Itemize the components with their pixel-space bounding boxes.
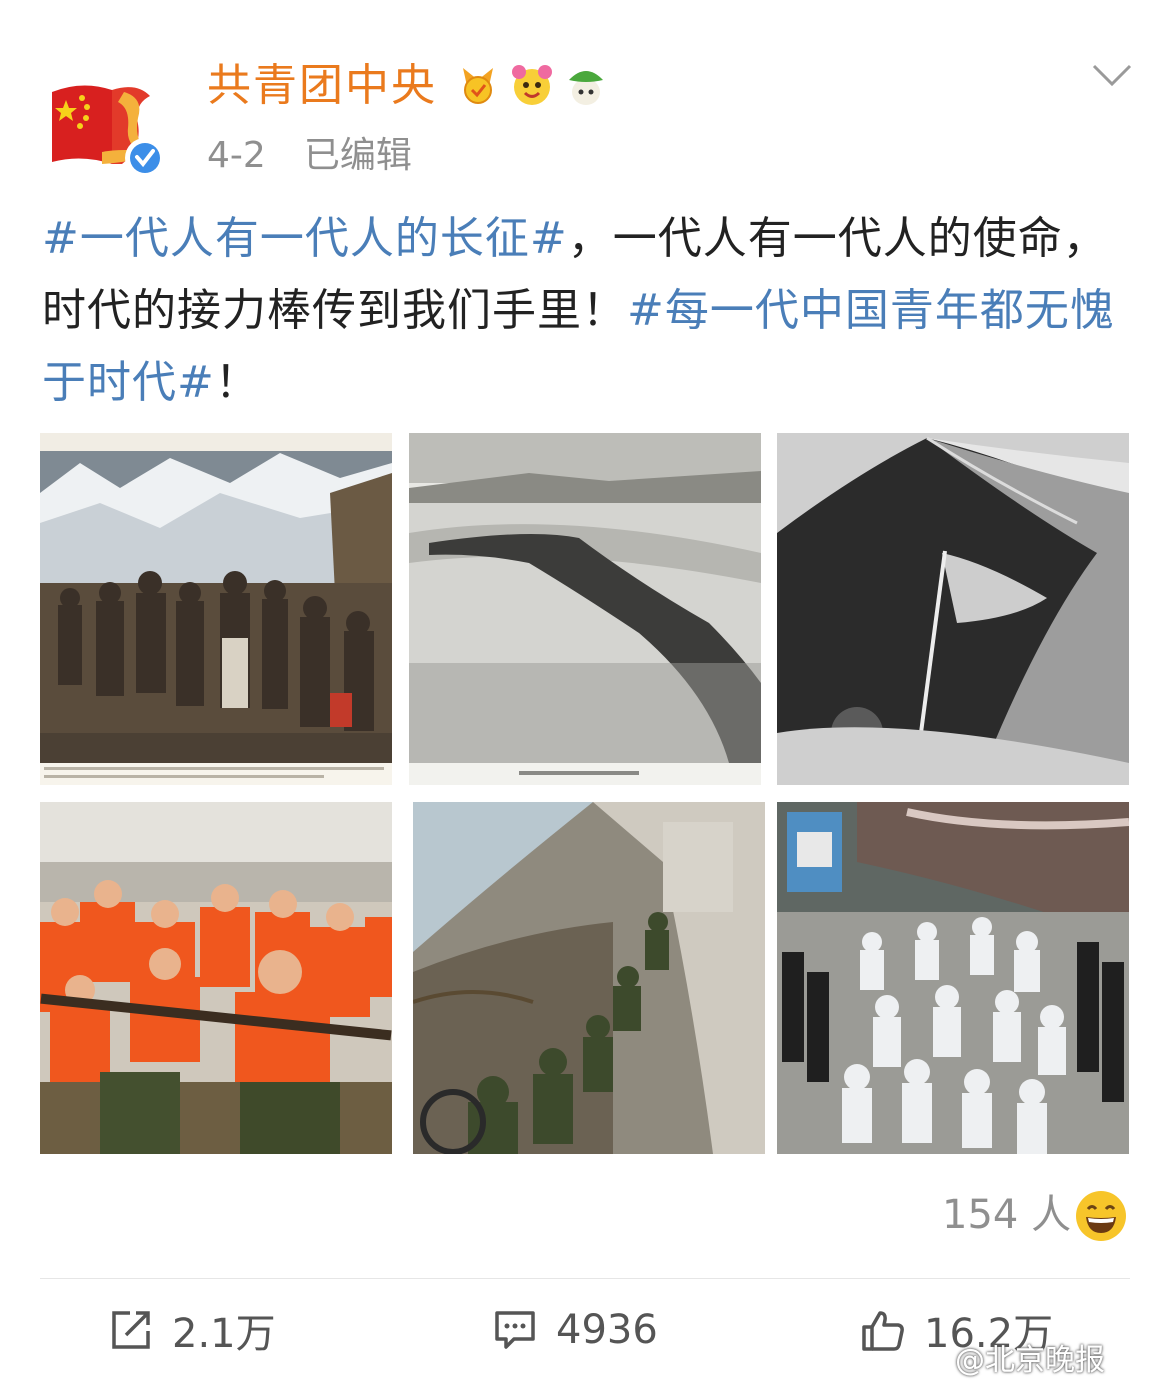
edited-label: 已编辑 <box>303 135 412 176</box>
photo-grid <box>40 433 1130 1155</box>
chevron-down-icon[interactable] <box>1090 60 1134 90</box>
vip-medal-icon[interactable] <box>455 62 501 108</box>
thumbs-up-icon <box>862 1311 904 1351</box>
post-text: #一代人有一代人的长征#，一代人有一代人的使命，时代的接力棒传到我们手里！#每一… <box>42 203 1132 419</box>
post-time: 4-2 <box>207 135 266 176</box>
user-badges <box>455 62 609 112</box>
comment-button[interactable]: 4936 <box>492 1300 658 1360</box>
watermark: @北京晚报 <box>955 1343 1105 1378</box>
photo-thumbnail[interactable] <box>409 433 761 785</box>
share-count: 2.1万 <box>172 1311 276 1357</box>
photo-thumbnail[interactable] <box>777 433 1129 785</box>
divider <box>40 1278 1130 1279</box>
photo-thumbnail[interactable] <box>40 802 392 1154</box>
reaction-count[interactable]: 154 人 <box>942 1187 1071 1243</box>
hashtag-link[interactable]: #一代人有一代人的长征# <box>42 213 568 264</box>
post-body-text: ！ <box>214 357 260 408</box>
weibo-post-card: 共青团中央 4-2 已编辑 #一代人有一代人的长征#，一代人有一代人的使命，时代的… <box>0 0 1170 1392</box>
username[interactable]: 共青团中央 <box>207 56 437 116</box>
comment-count: 4936 <box>556 1307 658 1353</box>
share-icon <box>112 1311 150 1349</box>
photo-thumbnail[interactable] <box>777 802 1129 1154</box>
photo-thumbnail[interactable] <box>40 433 392 785</box>
grin-emoji-icon[interactable] <box>1074 1189 1128 1243</box>
photo-thumbnail[interactable] <box>413 802 765 1154</box>
post-meta: 4-2 已编辑 <box>207 132 412 180</box>
green-sprite-icon[interactable] <box>563 62 609 108</box>
comment-icon <box>495 1311 535 1349</box>
verified-badge-icon <box>125 138 165 178</box>
share-button[interactable]: 2.1万 <box>108 1300 276 1360</box>
flower-emoji-icon[interactable] <box>509 62 555 108</box>
